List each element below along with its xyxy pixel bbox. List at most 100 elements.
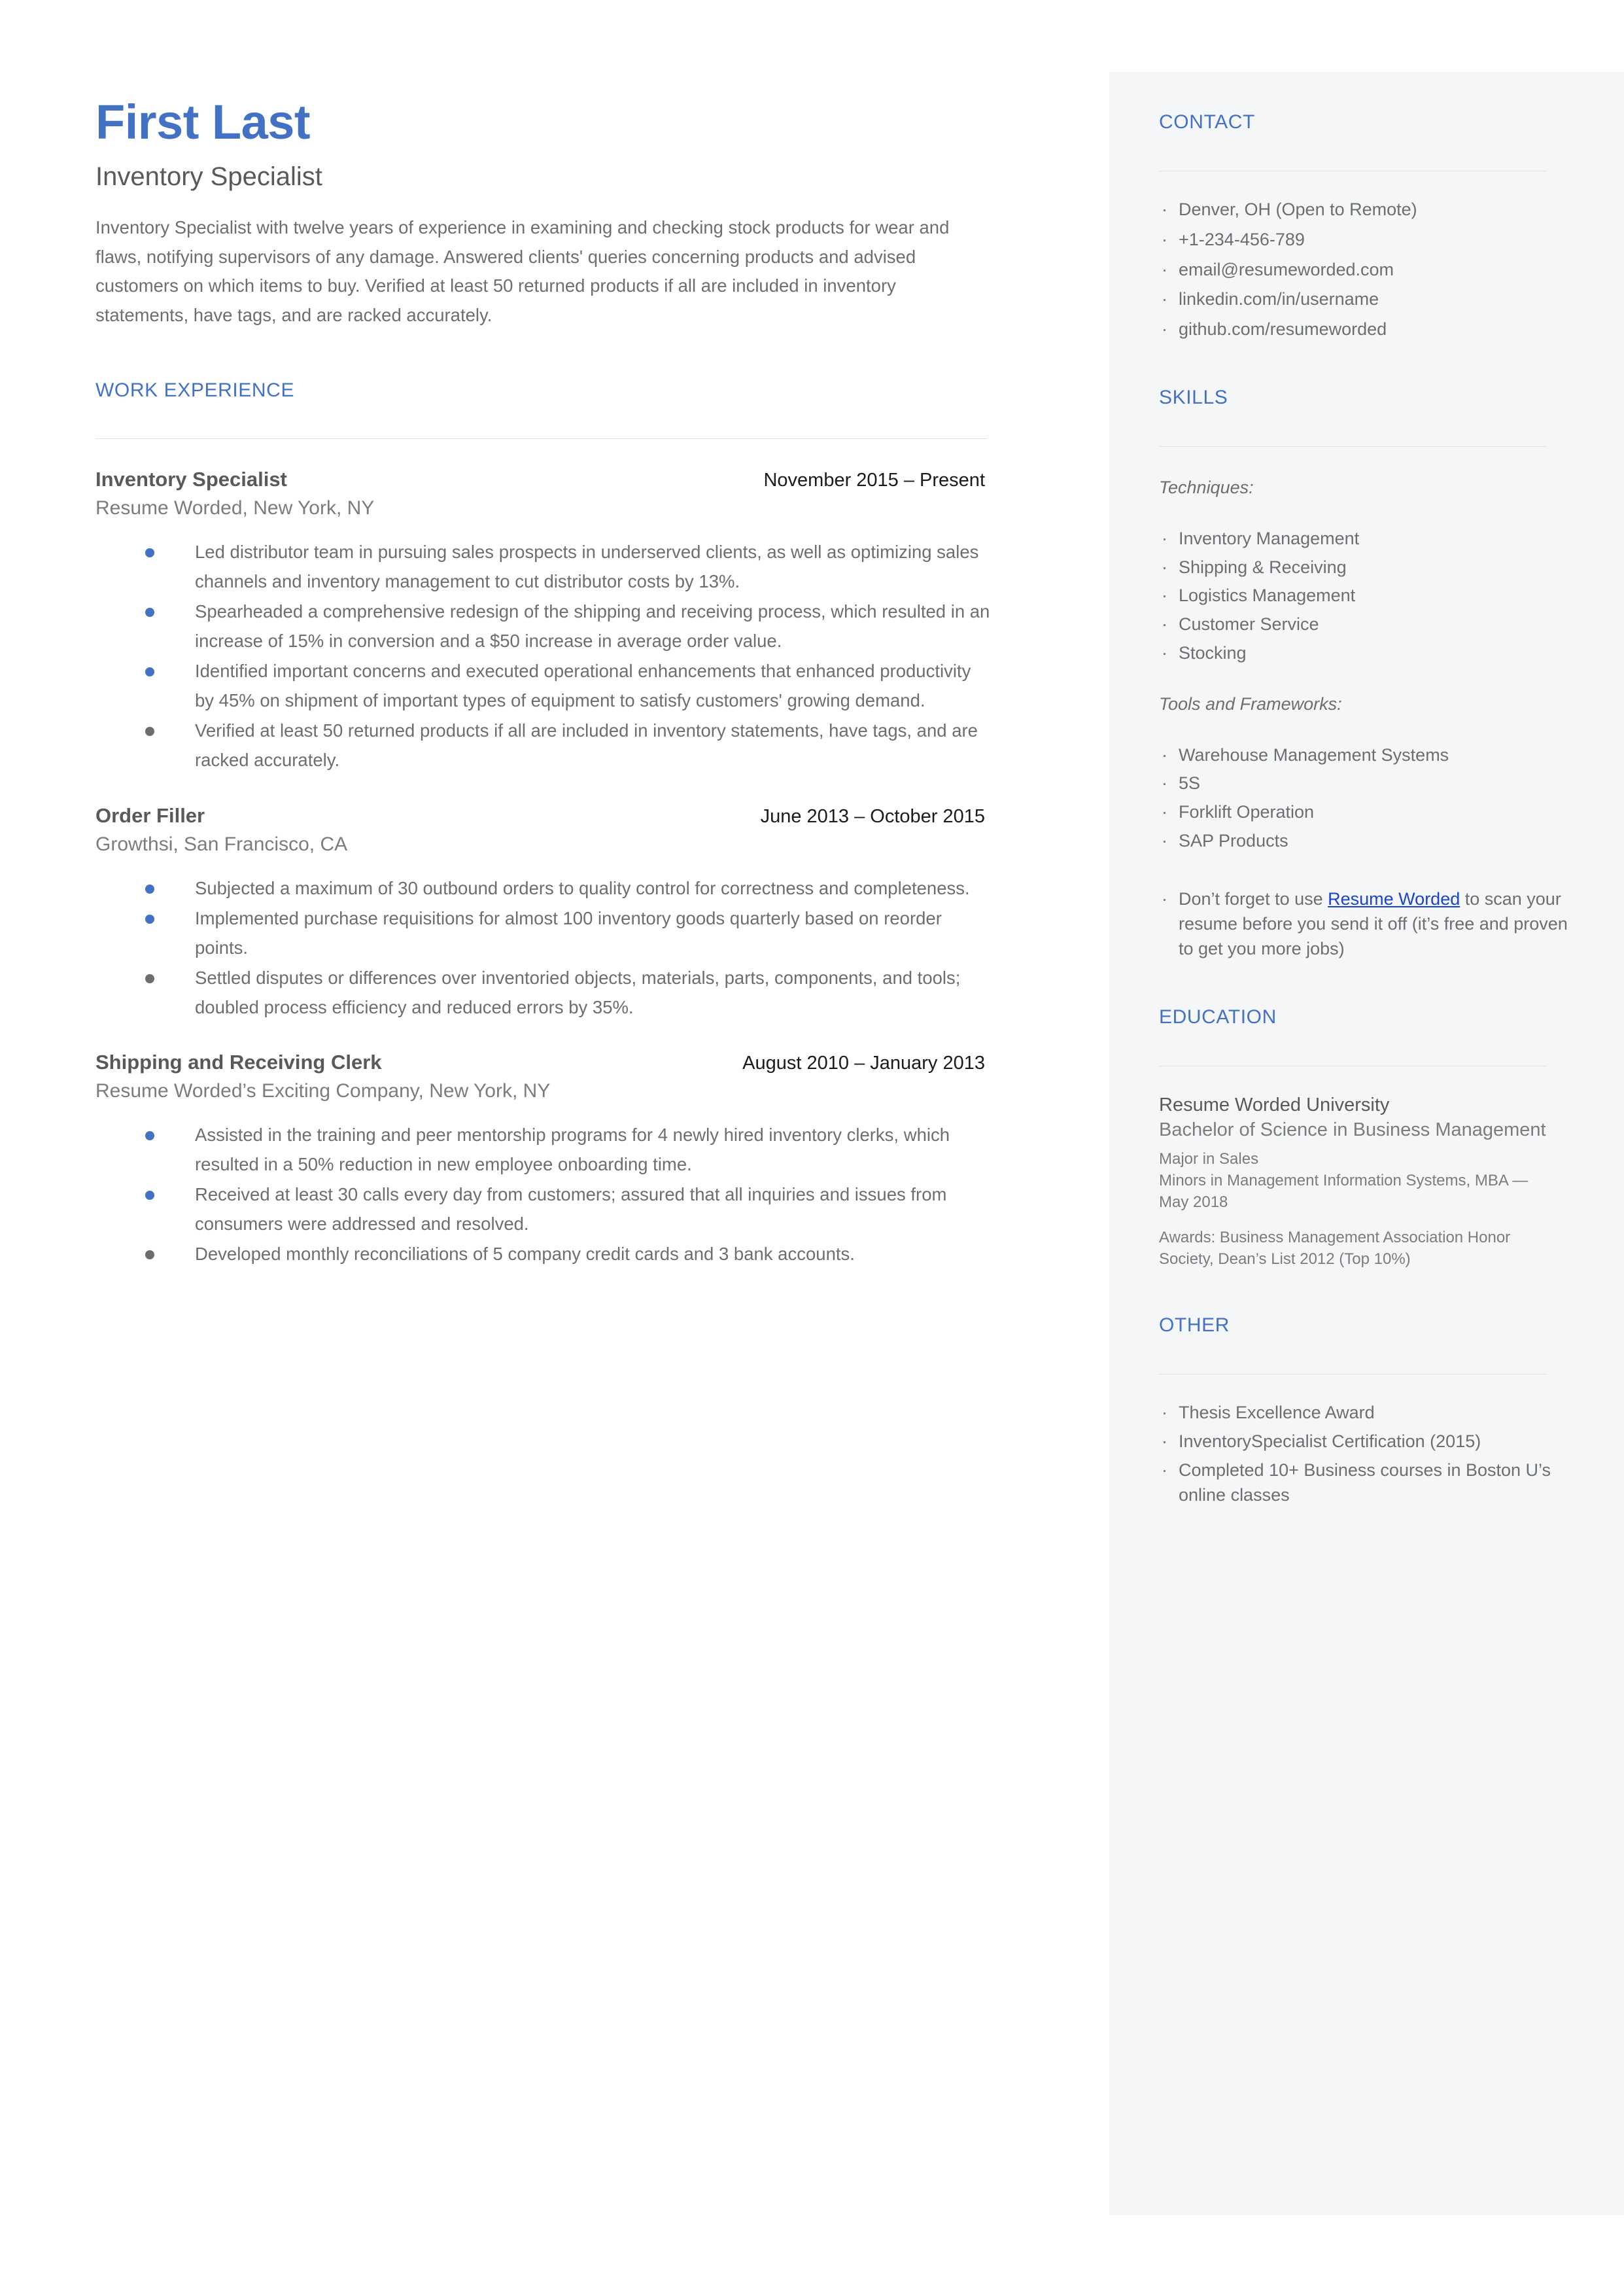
resume-worded-link[interactable]: Resume Worded: [1328, 889, 1460, 909]
job-headline: Inventory Specialist: [95, 162, 322, 191]
bullet-dot-icon: [145, 884, 154, 894]
job-entry: Inventory Specialist November 2015 – Pre…: [95, 468, 992, 775]
other-value: Completed 10+ Business courses in Boston…: [1179, 1460, 1551, 1505]
bullet-dot-icon: ·: [1162, 200, 1167, 219]
contact-list: · Denver, OH (Open to Remote) · +1-234-45…: [1159, 198, 1561, 342]
list-item: · InventorySpecialist Certification (201…: [1159, 1429, 1571, 1454]
list-item: Assisted in the training and peer mentor…: [95, 1121, 992, 1179]
bullet-text: Developed monthly reconciliations of 5 c…: [195, 1244, 855, 1265]
list-item: · Warehouse Management Systems: [1159, 743, 1571, 768]
list-item: · Forklift Operation: [1159, 800, 1571, 825]
bullet-dot-icon: [145, 727, 154, 737]
other-list: · Thesis Excellence Award · InventorySpe…: [1159, 1401, 1561, 1507]
list-item: · 5S: [1159, 771, 1571, 796]
list-item: Identified important concerns and execut…: [95, 657, 992, 715]
list-item: · Inventory Management: [1159, 527, 1571, 552]
list-item: Verified at least 50 returned products i…: [95, 716, 992, 775]
job-title: Order Filler: [95, 803, 205, 827]
list-item: · email@resumeworded.com: [1159, 258, 1571, 283]
other-divider: [1159, 1374, 1547, 1375]
job-dates: November 2015 – Present: [763, 470, 985, 491]
skill-value: Customer Service: [1179, 614, 1319, 635]
list-item: Received at least 30 calls every day fro…: [95, 1180, 992, 1238]
job-header-row: Shipping and Receiving Clerk August 2010…: [95, 1051, 985, 1074]
list-item: · Logistics Management: [1159, 584, 1571, 608]
job-company: Resume Worded, New York, NY: [95, 497, 375, 519]
work-experience-section-title: WORK EXPERIENCE: [95, 379, 295, 402]
bullet-dot-icon: [145, 1250, 154, 1260]
list-item: Spearheaded a comprehensive redesign of …: [95, 597, 992, 656]
job-header-row: Order Filler June 2013 – October 2015: [95, 804, 985, 828]
list-item: Implemented purchase requisitions for al…: [95, 904, 992, 962]
work-experience-divider: [95, 438, 987, 440]
other-value: InventorySpecialist Certification (2015): [1179, 1431, 1481, 1452]
skill-value: SAP Products: [1179, 830, 1288, 850]
contact-value: linkedin.com/in/username: [1179, 289, 1379, 309]
list-item: Settled disputes or differences over inv…: [95, 964, 992, 1022]
bullet-dot-icon: ·: [1162, 830, 1167, 850]
education-awards: Awards: Business Management Association …: [1159, 1229, 1511, 1268]
sidebar-section-education: EDUCATION Resume Worded University Bache…: [1159, 1006, 1561, 1270]
job-dates: June 2013 – October 2015: [760, 805, 985, 827]
list-item: · Shipping & Receiving: [1159, 555, 1571, 580]
bullet-text: Settled disputes or differences over inv…: [195, 968, 961, 1017]
sidebar-section-other: OTHER · Thesis Excellence Award · Invent…: [1159, 1314, 1561, 1507]
sidebar: CONTACT · Denver, OH (Open to Remote) · +…: [1109, 72, 1624, 2215]
bullet-dot-icon: ·: [1162, 745, 1167, 765]
other-value: Thesis Excellence Award: [1179, 1403, 1375, 1423]
job-title: Inventory Specialist: [95, 468, 287, 491]
skills-group-label: Techniques:: [1159, 477, 1254, 497]
bullet-dot-icon: ·: [1162, 1403, 1167, 1423]
bullet-dot-icon: ·: [1162, 289, 1167, 309]
skill-value: Logistics Management: [1179, 586, 1356, 606]
list-item: · +1-234-456-789: [1159, 228, 1571, 253]
bullet-text: Assisted in the training and peer mentor…: [195, 1125, 950, 1174]
bullet-dot-icon: [145, 667, 154, 677]
job-bullets: Led distributor team in pursuing sales p…: [95, 538, 992, 775]
page-title: First Last: [95, 95, 311, 149]
sidebar-section-contact: CONTACT · Denver, OH (Open to Remote) · +…: [1159, 111, 1561, 342]
bullet-dot-icon: ·: [1162, 557, 1167, 577]
bullet-text: Subjected a maximum of 30 outbound order…: [195, 877, 970, 898]
resume-worded-promo-note: · Don’t forget to use Resume Worded to s…: [1159, 886, 1571, 962]
contact-section-title: CONTACT: [1159, 111, 1255, 133]
list-item: · Completed 10+ Business courses in Bost…: [1159, 1458, 1571, 1508]
contact-value: +1-234-456-789: [1179, 229, 1305, 249]
list-item: · SAP Products: [1159, 829, 1571, 854]
bullet-dot-icon: [145, 608, 154, 618]
bullet-text: Verified at least 50 returned products i…: [195, 720, 978, 771]
bullet-dot-icon: ·: [1162, 614, 1167, 635]
bullet-dot-icon: ·: [1162, 773, 1167, 794]
skill-value: Shipping & Receiving: [1179, 557, 1347, 577]
skill-value: Inventory Management: [1179, 528, 1360, 548]
education-school: Resume Worded University: [1159, 1094, 1390, 1115]
bullet-dot-icon: [145, 548, 154, 558]
bullet-dot-icon: ·: [1162, 319, 1167, 340]
contact-value: email@resumeworded.com: [1179, 259, 1394, 279]
bullet-dot-icon: ·: [1162, 642, 1167, 663]
bullet-dot-icon: ·: [1162, 888, 1167, 909]
list-item: · Stocking: [1159, 641, 1571, 666]
bullet-text: Identified important concerns and execut…: [195, 661, 971, 710]
skills-section-title: SKILLS: [1159, 386, 1228, 408]
bullet-dot-icon: ·: [1162, 229, 1167, 249]
job-entry: Order Filler June 2013 – October 2015 Gr…: [95, 804, 992, 1023]
bullet-dot-icon: [145, 1191, 154, 1200]
bullet-text: Led distributor team in pursuing sales p…: [195, 542, 979, 591]
skills-group-label: Tools and Frameworks:: [1159, 693, 1342, 714]
skill-value: Warehouse Management Systems: [1179, 745, 1449, 765]
bullet-dot-icon: [145, 915, 154, 924]
skills-tools-list: · Warehouse Management Systems · 5S · For…: [1159, 743, 1561, 854]
bullet-dot-icon: ·: [1162, 586, 1167, 606]
bullet-dot-icon: [145, 974, 154, 984]
contact-value: Denver, OH (Open to Remote): [1179, 200, 1417, 219]
job-title: Shipping and Receiving Clerk: [95, 1051, 382, 1074]
skills-divider: [1159, 446, 1547, 447]
list-item: Subjected a maximum of 30 outbound order…: [95, 874, 992, 903]
education-detail: Major in Sales: [1159, 1150, 1259, 1168]
contact-value: github.com/resumeworded: [1179, 319, 1387, 340]
job-header-row: Inventory Specialist November 2015 – Pre…: [95, 468, 985, 491]
sidebar-section-skills: SKILLS Techniques: · Inventory Management…: [1159, 386, 1568, 962]
other-section-title: OTHER: [1159, 1314, 1230, 1337]
bullet-dot-icon: ·: [1162, 802, 1167, 822]
